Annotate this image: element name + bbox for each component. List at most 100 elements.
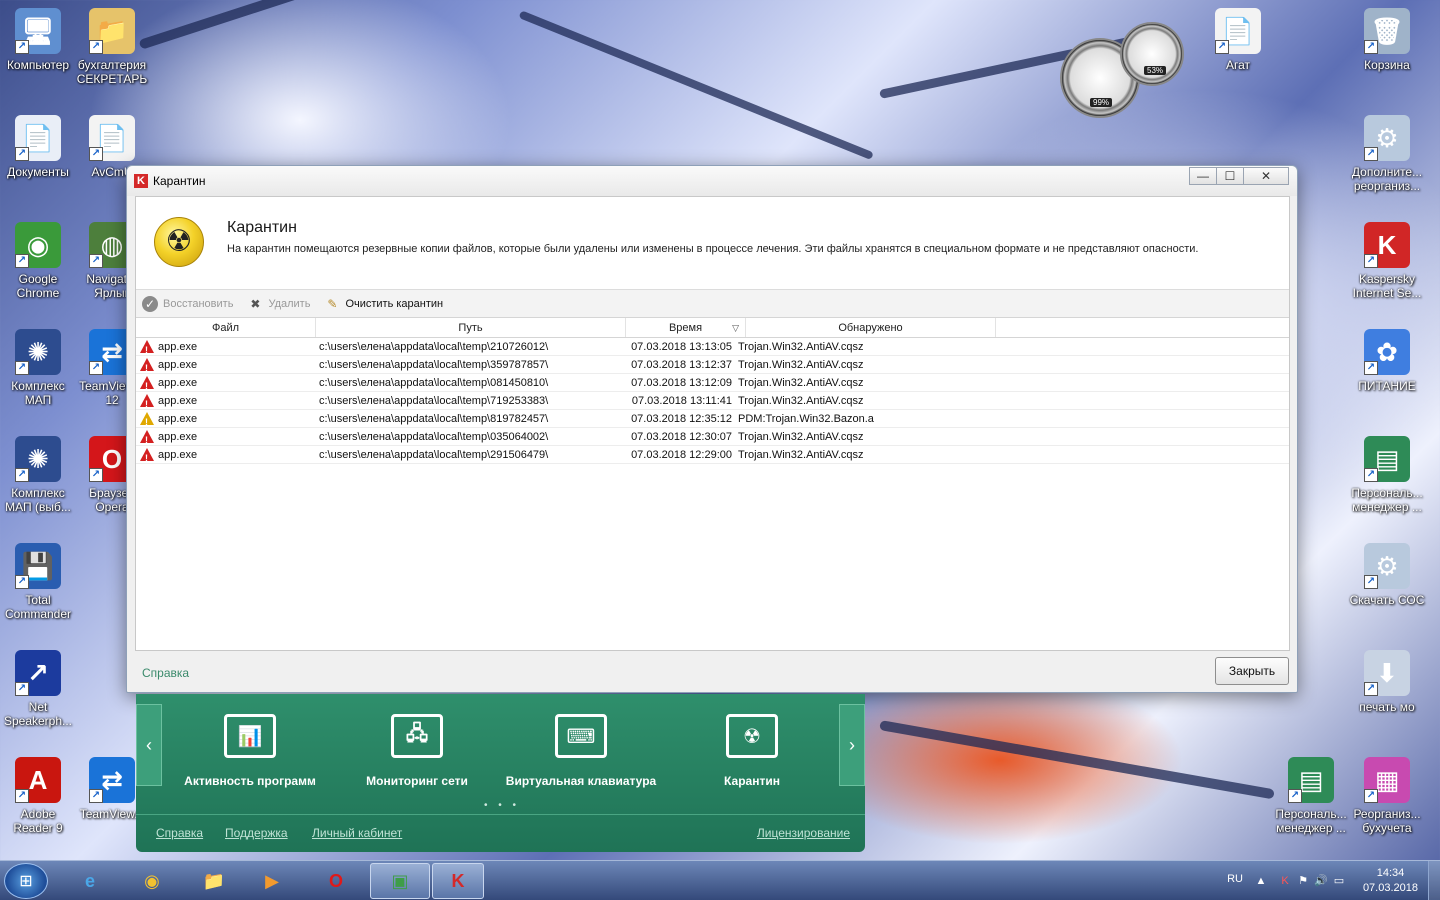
right-desktop-shortcut[interactable]: ▤ ↗ Персональ... менеджер ... (1273, 757, 1349, 835)
shortcut-arrow-icon: ↗ (15, 575, 29, 589)
right-desktop-shortcut[interactable]: ✿ ↗ ПИТАНИЕ (1349, 329, 1425, 393)
minimize-button[interactable]: — (1189, 167, 1217, 185)
tool-keyboard[interactable]: ⌨ Виртуальная клавиатура (506, 714, 656, 788)
right-desktop-shortcut[interactable]: ▦ ↗ Реорганиз... бухучета (1349, 757, 1425, 835)
table-row[interactable]: app.exe c:\users\елена\appdata\local\temp… (136, 446, 1289, 464)
right-desktop-shortcut[interactable]: ▤ ↗ Персональ... менеджер ... (1349, 436, 1425, 514)
file-cell: app.exe (136, 338, 316, 355)
maximize-button[interactable]: ☐ (1216, 167, 1244, 185)
reorganize-icon: ▦ ↗ (1364, 757, 1410, 803)
left-desktop-shortcut[interactable]: ◉ ↗ Google Chrome (0, 222, 76, 300)
time-cell: 07.03.2018 12:30:07 (631, 431, 732, 443)
start-button[interactable]: ⊞ (4, 863, 48, 899)
column-header-spacer (996, 318, 1289, 337)
desktop-shortcut-label: Документы (7, 165, 69, 179)
table-row[interactable]: app.exe c:\users\елена\appdata\local\temp… (136, 374, 1289, 392)
taskbar-opera-icon[interactable]: O (310, 863, 362, 899)
volume-icon[interactable]: 🔊 (1314, 874, 1328, 888)
tool-quarantine-flask[interactable]: ☢ Карантин (722, 714, 782, 788)
shortcut-arrow-icon: ↗ (1364, 682, 1378, 696)
table-row[interactable]: app.exe c:\users\елена\appdata\local\temp… (136, 410, 1289, 428)
tool-label: Мониторинг сети (366, 774, 468, 788)
taskbar-media-player-icon[interactable]: ▶ (246, 863, 298, 899)
table-row[interactable]: app.exe c:\users\елена\appdata\local\temp… (136, 392, 1289, 410)
shortcut-arrow-icon: ↗ (15, 682, 29, 696)
kaspersky-icon: K (134, 174, 148, 188)
clock[interactable]: 14:34 07.03.2018 (1363, 866, 1418, 896)
detected-cell: PDM:Trojan.Win32.Bazon.a (738, 413, 874, 425)
panel-support-link[interactable]: Поддержка (225, 826, 288, 840)
panel-licensing-link[interactable]: Лицензирование (757, 826, 850, 840)
left-desktop-shortcut[interactable]: 🖥 ↗ Компьютер (0, 8, 76, 72)
help-link[interactable]: Справка (142, 666, 189, 680)
kaspersky-tray-icon[interactable]: K (1278, 874, 1292, 888)
right-desktop-shortcut[interactable]: K ↗ Kaspersky Internet Se... (1349, 222, 1425, 300)
right-desktop-shortcut[interactable]: ⬇ ↗ печать мо (1349, 650, 1425, 714)
column-header-file[interactable]: Файл (136, 318, 316, 337)
window-close-button[interactable]: ✕ (1243, 167, 1289, 185)
scroll-left-button[interactable]: ‹ (136, 704, 162, 786)
panel-help-link[interactable]: Справка (156, 826, 203, 840)
shortcut-arrow-icon: ↗ (1364, 147, 1378, 161)
delete-button[interactable]: ✖ Удалить (247, 296, 310, 312)
network-icon[interactable]: ▭ (1332, 874, 1346, 888)
language-indicator[interactable]: RU (1227, 873, 1243, 885)
clock-date: 07.03.2018 (1362, 882, 1418, 894)
table-row[interactable]: app.exe c:\users\елена\appdata\local\temp… (136, 356, 1289, 374)
path-cell: c:\users\елена\appdata\local\temp\719253… (319, 395, 549, 407)
flag-tray-icon[interactable]: ⚑ (1296, 874, 1310, 888)
sort-desc-icon: ▽ (732, 323, 739, 333)
left-desktop-shortcut[interactable]: ↗ ↗ Net Speakerph... (0, 650, 76, 728)
taskbar-chrome-icon[interactable]: ◉ (126, 863, 178, 899)
shortcut-arrow-icon: ↗ (15, 468, 29, 482)
tool-activity-chart[interactable]: 📊 Активность программ (184, 714, 316, 788)
shortcut-arrow-icon: ↗ (89, 468, 103, 482)
time-cell: 07.03.2018 13:13:05 (631, 341, 732, 353)
path-cell: c:\users\елена\appdata\local\temp\819782… (319, 413, 549, 425)
column-header-path[interactable]: Путь (316, 318, 626, 337)
shortcut-arrow-icon: ↗ (1364, 40, 1378, 54)
delete-label: Удалить (268, 297, 311, 310)
left-desktop-shortcut[interactable]: ✺ ↗ Комплекс МАП (выб... (0, 436, 76, 514)
scroll-right-button[interactable]: › (839, 704, 865, 786)
cross-icon: ✖ (250, 296, 261, 311)
desktop-shortcut-label: Net Speakerph... (3, 700, 73, 728)
map-complex-icon: ✺ ↗ (15, 436, 61, 482)
desktop-shortcut-label: Adobe Reader 9 (13, 807, 63, 835)
clear-quarantine-button[interactable]: ✎ Очистить карантин (324, 296, 443, 312)
taskbar-explorer-icon[interactable]: 📁 (188, 863, 240, 899)
left-desktop-shortcut[interactable]: 📁 ↗ бухгалтерия СЕКРЕТАРЬ (74, 8, 150, 86)
desktop-shortcut-label: Комплекс МАП (выб... (5, 486, 71, 514)
tool-network-monitor[interactable]: 🖧 Мониторинг сети (362, 714, 472, 788)
shortcut-arrow-icon: ↗ (15, 147, 29, 161)
tool-label: Активность программ (184, 774, 316, 788)
show-hidden-icons-arrow[interactable]: ▲ (1254, 874, 1268, 888)
left-desktop-shortcut[interactable]: ✺ ↗ Комплекс МАП (0, 329, 76, 407)
close-button[interactable]: Закрыть (1215, 657, 1289, 685)
total-commander-icon: 💾 ↗ (15, 543, 61, 589)
kaspersky-icon: K ↗ (1364, 222, 1410, 268)
right-desktop-shortcut[interactable]: ⚙ ↗ Скачать СОС (1349, 543, 1425, 607)
right-desktop-shortcut[interactable]: 🗑 ↗ Корзина (1349, 8, 1425, 72)
left-desktop-shortcut[interactable]: 💾 ↗ Total Commander (0, 543, 76, 621)
table-row[interactable]: app.exe c:\users\елена\appdata\local\temp… (136, 338, 1289, 356)
column-header-time[interactable]: Время ▽ (626, 318, 746, 337)
right-desktop-shortcut[interactable]: ⚙ ↗ Дополните... реорганиз... (1349, 115, 1425, 193)
left-desktop-shortcut[interactable]: A ↗ Adobe Reader 9 (0, 757, 76, 835)
header-title: Карантин (227, 219, 297, 236)
restore-button[interactable]: ✓ Восстановить (142, 295, 233, 312)
computer-icon: 🖥 ↗ (15, 8, 61, 54)
panel-account-link[interactable]: Личный кабинет (312, 826, 402, 840)
taskbar-monitor-app-icon[interactable]: ▣ (370, 863, 430, 899)
column-header-detected[interactable]: Обнаружено (746, 318, 996, 337)
left-desktop-shortcut[interactable]: 📄 ↗ Документы (0, 115, 76, 179)
right-desktop-shortcut[interactable]: 📄 ↗ Агат (1200, 8, 1276, 72)
warning-icon (140, 358, 154, 373)
memory-gauge-gadget[interactable]: 53% (1120, 22, 1184, 86)
taskbar-kaspersky-icon[interactable]: K (432, 863, 484, 899)
detected-cell: Trojan.Win32.AntiAV.cqsz (738, 395, 864, 407)
window-titlebar[interactable]: K Карантин — ☐ ✕ (127, 166, 1297, 196)
table-row[interactable]: app.exe c:\users\елена\appdata\local\temp… (136, 428, 1289, 446)
taskbar-ie-icon[interactable]: e (64, 863, 116, 899)
show-desktop-button[interactable] (1428, 861, 1440, 900)
